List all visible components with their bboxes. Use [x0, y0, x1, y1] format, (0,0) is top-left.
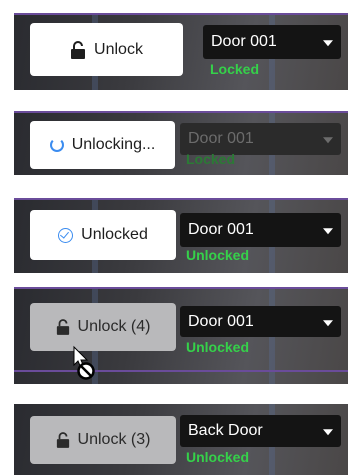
- unlocked-button[interactable]: Unlocked: [30, 210, 176, 260]
- not-allowed-cursor-icon: [70, 345, 100, 384]
- panel-edge: [14, 111, 348, 113]
- door-control-panel-5: Unlock (3) Back Door Unlocked: [14, 404, 348, 475]
- door-status: Unlocked: [186, 339, 250, 355]
- door-status: Unlocked: [186, 247, 250, 263]
- spinner-icon: [49, 138, 64, 152]
- panel-edge: [14, 370, 348, 372]
- unlock-countdown-button[interactable]: Unlock (4): [30, 303, 176, 351]
- padlock-open-icon: [70, 40, 86, 59]
- door-control-panel-4: Unlock (4) Door 001 Unlocked: [14, 287, 348, 384]
- caret-down-icon: [323, 319, 333, 326]
- door-select-value: Door 001: [211, 33, 277, 50]
- unlocked-button-label: Unlocked: [81, 226, 148, 243]
- unlock-countdown-button[interactable]: Unlock (3): [30, 416, 176, 464]
- padlock-open-icon: [56, 432, 70, 448]
- door-control-panel-3: Unlocked Door 001 Unlocked: [14, 198, 348, 273]
- unlock-countdown-label: Unlock (3): [77, 431, 151, 448]
- unlock-countdown-label: Unlock (4): [77, 318, 151, 335]
- caret-down-icon: [323, 429, 333, 436]
- door-select[interactable]: Door 001: [180, 213, 341, 247]
- door-select[interactable]: Door 001: [180, 306, 341, 337]
- door-select-value: Door 001: [188, 130, 254, 147]
- unlock-button[interactable]: Unlock: [30, 23, 183, 76]
- door-control-panel-2: Unlocking... Door 001 Locked: [14, 111, 348, 175]
- caret-down-icon: [323, 228, 333, 235]
- door-select[interactable]: Back Door: [180, 415, 341, 447]
- door-control-panel-1: Unlock Door 001 Locked: [14, 13, 348, 90]
- panel-edge: [14, 198, 348, 200]
- caret-down-icon: [323, 137, 333, 144]
- unlocking-button-label: Unlocking...: [71, 136, 156, 153]
- panel-edge: [14, 13, 348, 15]
- unlocking-button[interactable]: Unlocking...: [30, 121, 175, 169]
- unlock-button-label: Unlock: [94, 40, 143, 58]
- door-status: Locked: [186, 151, 236, 167]
- caret-down-icon: [323, 40, 333, 47]
- padlock-open-icon: [56, 319, 70, 335]
- door-select-value: Back Door: [188, 422, 263, 439]
- door-select[interactable]: Door 001: [203, 25, 341, 59]
- door-select-value: Door 001: [188, 221, 254, 238]
- door-status: Locked: [210, 61, 260, 77]
- door-select-value: Door 001: [188, 312, 254, 330]
- check-circle-icon: [58, 227, 74, 243]
- panel-edge: [14, 287, 348, 289]
- door-status: Unlocked: [186, 449, 250, 465]
